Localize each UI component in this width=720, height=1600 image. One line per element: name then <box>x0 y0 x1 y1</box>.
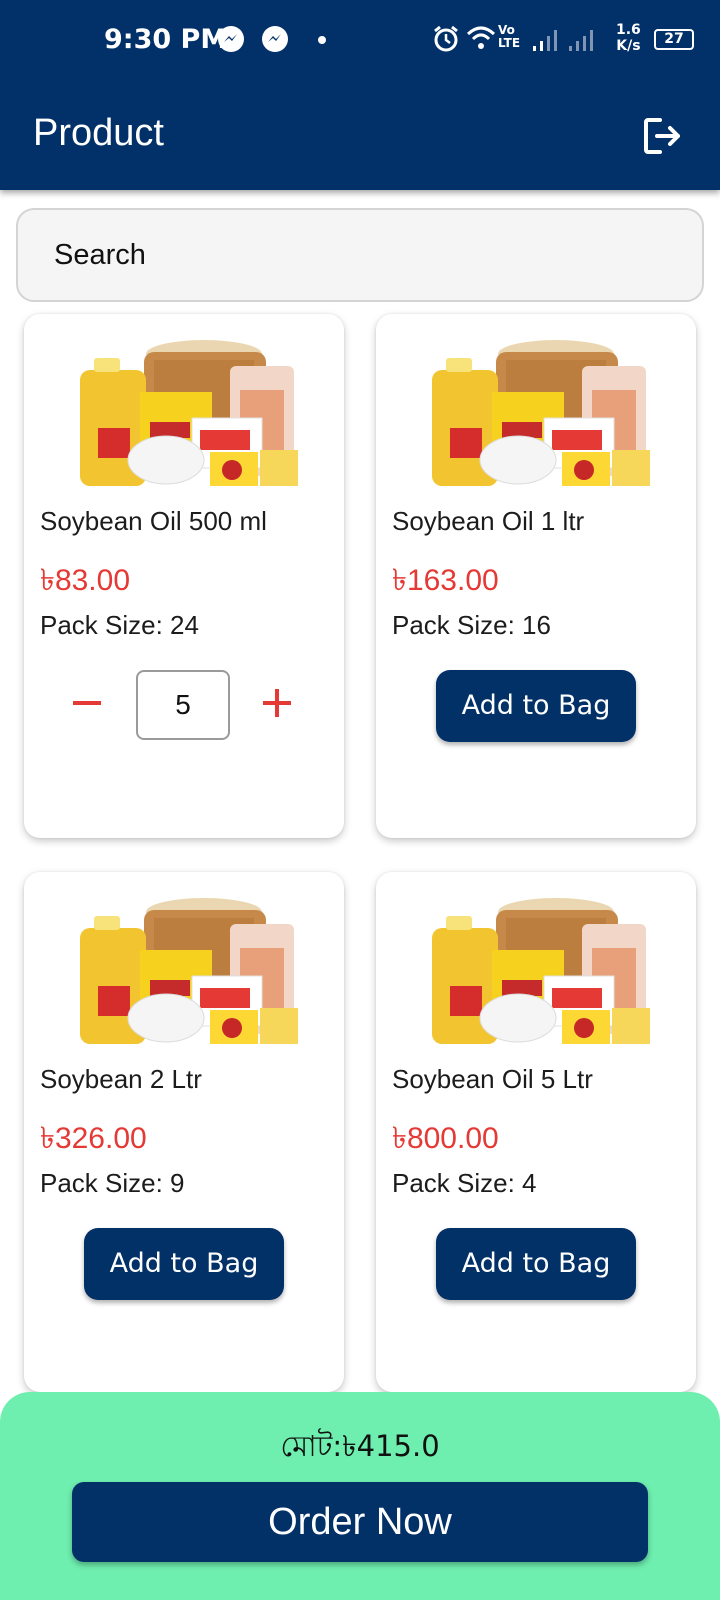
messenger-icon <box>262 26 288 52</box>
signal-icon-2 <box>569 30 593 51</box>
product-image <box>432 898 650 1044</box>
add-to-bag-button[interactable]: Add to Bag <box>436 1228 636 1300</box>
network-speed-unit: K/s <box>616 38 641 54</box>
status-bar: 9:30 PM Vo LTE 1.6 K/s 27 <box>0 0 720 80</box>
product-card: Soybean Oil 500 ml ৳83.00 Pack Size: 24 … <box>24 314 344 838</box>
wifi-icon <box>466 26 496 49</box>
product-card: Soybean Oil 1 ltr ৳163.00 Pack Size: 16 … <box>376 314 696 838</box>
network-speed-value: 1.6 <box>616 22 641 38</box>
product-price: ৳83.00 <box>40 564 131 597</box>
order-panel: মোট:৳415.0 Order Now <box>0 1392 720 1600</box>
status-time: 9:30 PM <box>104 24 228 55</box>
product-image <box>432 340 650 486</box>
product-name: Soybean Oil 500 ml <box>40 506 267 536</box>
product-pack-size: Pack Size: 24 <box>40 610 199 640</box>
app-bar: 9:30 PM Vo LTE 1.6 K/s 27 Product <box>0 0 720 190</box>
plus-icon[interactable] <box>260 686 294 720</box>
product-pack-size: Pack Size: 9 <box>40 1168 185 1198</box>
page-title: Product <box>33 112 164 154</box>
product-price: ৳163.00 <box>392 564 499 597</box>
product-price: ৳326.00 <box>40 1122 147 1155</box>
add-to-bag-button[interactable]: Add to Bag <box>436 670 636 742</box>
volte-label: Vo LTE <box>498 24 520 50</box>
product-name: Soybean Oil 1 ltr <box>392 506 585 536</box>
add-to-bag-button[interactable]: Add to Bag <box>84 1228 284 1300</box>
product-card: Soybean 2 Ltr ৳326.00 Pack Size: 9 Add t… <box>24 872 344 1392</box>
minus-icon[interactable] <box>70 686 104 720</box>
quantity-input[interactable]: 5 <box>136 670 230 740</box>
order-total: মোট:৳415.0 <box>280 1429 440 1463</box>
product-name: Soybean Oil 5 Ltr <box>392 1064 593 1094</box>
product-pack-size: Pack Size: 4 <box>392 1168 537 1198</box>
product-name: Soybean 2 Ltr <box>40 1064 202 1094</box>
messenger-icon <box>218 26 244 52</box>
notification-dot-icon <box>318 36 326 44</box>
product-pack-size: Pack Size: 16 <box>392 610 551 640</box>
product-image <box>80 340 298 486</box>
volte-bottom: LTE <box>498 36 521 50</box>
order-now-button[interactable]: Order Now <box>72 1482 648 1562</box>
product-image <box>80 898 298 1044</box>
search-input[interactable]: Search <box>16 208 704 302</box>
product-price: ৳800.00 <box>392 1122 499 1155</box>
network-speed: 1.6 K/s <box>616 22 641 54</box>
battery-icon: 27 <box>654 29 694 50</box>
volte-top: Vo <box>498 23 515 37</box>
signal-icon <box>533 30 557 51</box>
alarm-icon <box>434 25 458 52</box>
logout-icon[interactable] <box>640 114 684 158</box>
product-card: Soybean Oil 5 Ltr ৳800.00 Pack Size: 4 A… <box>376 872 696 1392</box>
